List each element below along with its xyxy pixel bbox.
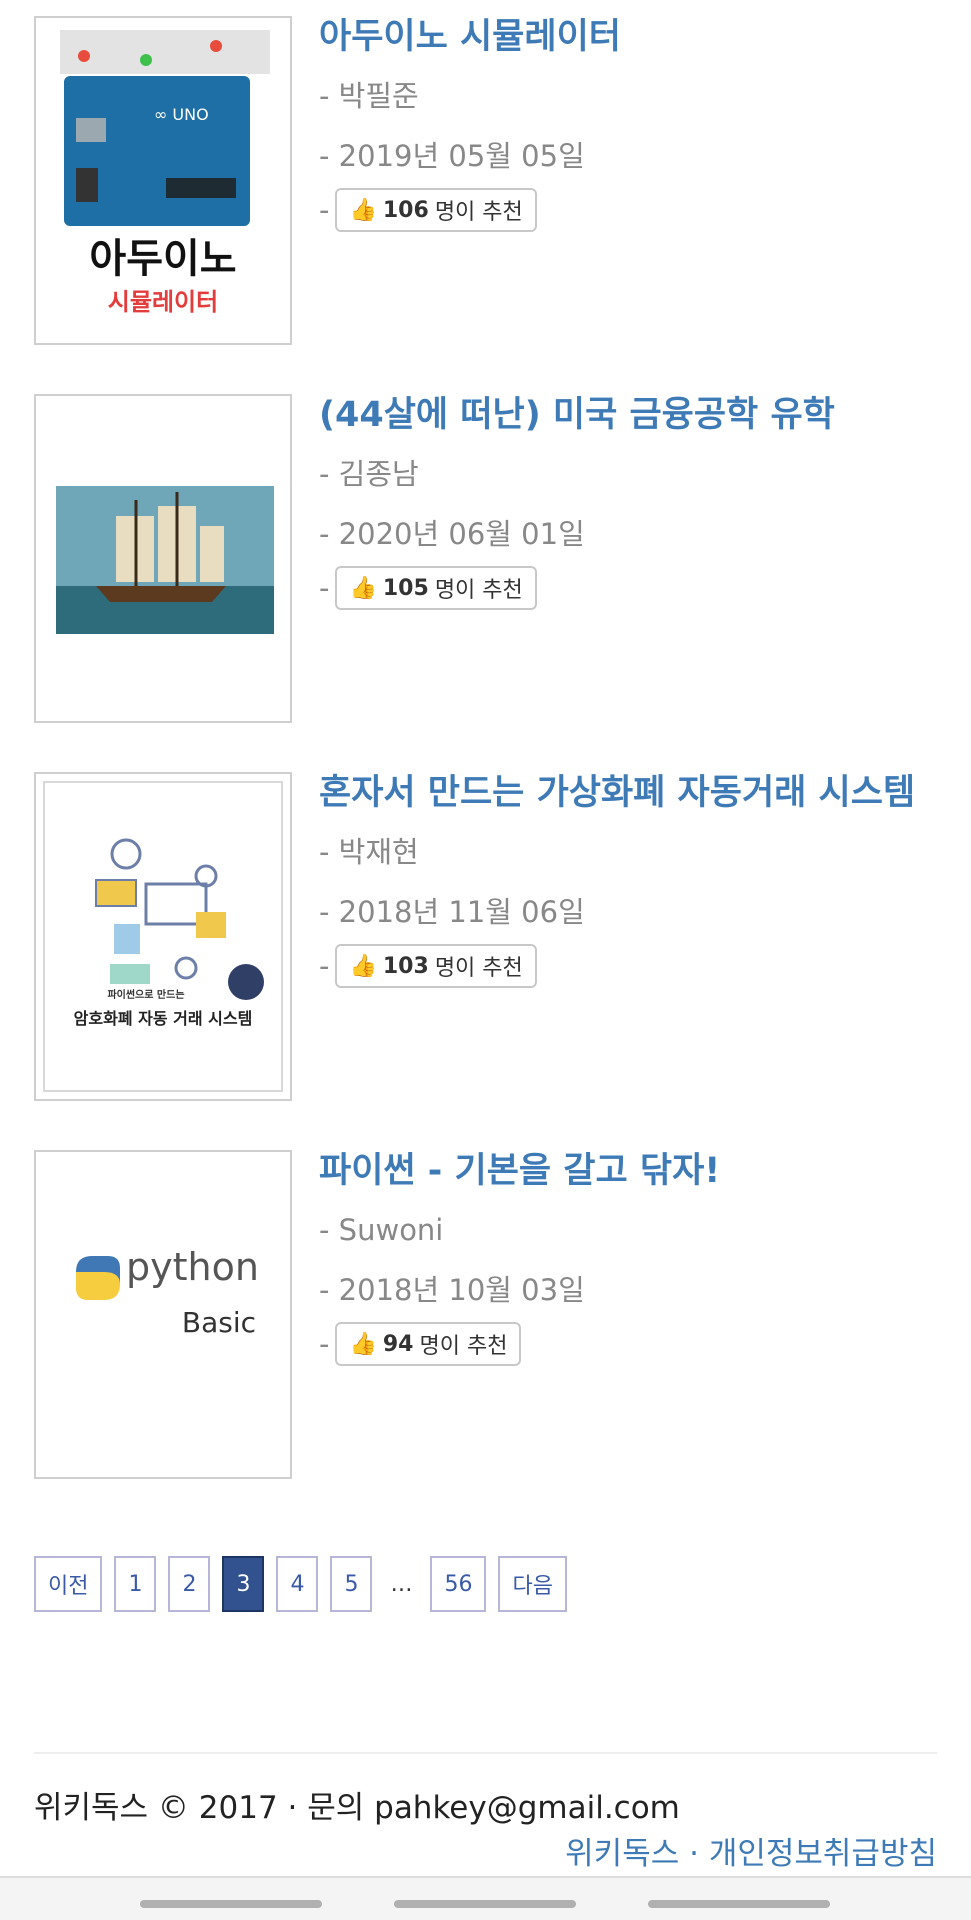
recommend-suffix: 명이 추천: [419, 1334, 508, 1359]
svg-text:∞ UNO: ∞ UNO: [154, 105, 209, 124]
recommend-count: 106: [382, 197, 429, 223]
footer-separator: ·: [689, 1836, 699, 1872]
book-date: - 2019년 05월 05일: [319, 139, 585, 173]
footer-link-wikidocs[interactable]: 위키독스: [565, 1836, 679, 1872]
rec-dash: -: [319, 571, 330, 605]
pagination: 이전 1 2 3 4 5 … 56 다음: [34, 1556, 567, 1612]
book-date: - 2020년 06월 01일: [319, 517, 585, 551]
footer-links: 위키독스 · 개인정보취급방침: [565, 1828, 937, 1873]
thumbs-up-icon: 👍: [349, 1331, 377, 1357]
prev-page-button[interactable]: 이전: [34, 1556, 103, 1612]
page-button-2[interactable]: 2: [168, 1556, 211, 1612]
book-author: - 김종남: [319, 457, 419, 491]
book-title-link[interactable]: 아두이노 시뮬레이터: [319, 16, 959, 58]
nav-pill-right[interactable]: [648, 1900, 830, 1908]
book-cover-arduino[interactable]: ∞ UNO 아두이노 시뮬레이터: [34, 16, 292, 345]
cover-subtitle-text: 시뮬레이터: [108, 288, 218, 316]
recommend-count: 103: [382, 953, 429, 979]
book-author: - 박재현: [319, 835, 419, 869]
cover-subtitle-text: Basic: [182, 1306, 256, 1339]
nav-pill-left[interactable]: [140, 1900, 322, 1908]
recommend-suffix: 명이 추천: [434, 200, 523, 225]
recommend-suffix: 명이 추천: [434, 578, 523, 603]
cover-small-text: 파이썬으로 만드는: [107, 988, 184, 1001]
recommend-count: 105: [382, 575, 429, 601]
footer-divider: [34, 1752, 937, 1754]
rec-dash: -: [319, 949, 330, 983]
book-title-link[interactable]: 파이썬 - 기본을 갈고 닦자!: [319, 1150, 959, 1192]
rec-dash: -: [319, 1327, 330, 1361]
footer-copyright: 위키독스 © 2017 · 문의 pahkey@gmail.com: [34, 1790, 680, 1826]
pagination-ellipsis: …: [384, 1556, 419, 1612]
book-author: - 박필준: [319, 79, 419, 113]
page-button-4[interactable]: 4: [276, 1556, 319, 1612]
page-button-56[interactable]: 56: [430, 1556, 487, 1612]
book-date: - 2018년 10월 03일: [319, 1273, 585, 1307]
recommend-badge[interactable]: 👍 105 명이 추천: [335, 566, 537, 610]
book-cover-ship[interactable]: [34, 394, 292, 723]
crypto-cover-image: 파이썬으로 만드는 암호화폐 자동 거래 시스템: [36, 774, 290, 1099]
recommend-badge[interactable]: 👍 103 명이 추천: [335, 944, 537, 988]
recommend-badge[interactable]: 👍 106 명이 추천: [335, 188, 537, 232]
recommend-suffix: 명이 추천: [434, 956, 523, 981]
rec-dash: -: [319, 193, 330, 227]
footer-link-privacy[interactable]: 개인정보취급방침: [709, 1836, 937, 1872]
book-author: - Suwoni: [319, 1213, 444, 1247]
book-title-link[interactable]: (44살에 떠난) 미국 금융공학 유학: [319, 394, 959, 436]
thumbs-up-icon: 👍: [349, 197, 377, 223]
python-logo-text: python: [126, 1245, 259, 1289]
thumbs-up-icon: 👍: [349, 953, 377, 979]
page-button-5[interactable]: 5: [330, 1556, 373, 1612]
book-date: - 2018년 11월 06일: [319, 895, 585, 929]
recommend-count: 94: [382, 1331, 414, 1357]
arduino-cover-image: ∞ UNO 아두이노 시뮬레이터: [36, 18, 290, 343]
thumbs-up-icon: 👍: [349, 575, 377, 601]
page-button-3-current[interactable]: 3: [222, 1556, 265, 1612]
book-cover-python[interactable]: python Basic: [34, 1150, 292, 1479]
next-page-button[interactable]: 다음: [498, 1556, 567, 1612]
python-cover-image: python Basic: [36, 1152, 290, 1477]
page-button-1[interactable]: 1: [114, 1556, 157, 1612]
book-cover-crypto[interactable]: 파이썬으로 만드는 암호화폐 자동 거래 시스템: [34, 772, 292, 1101]
book-title-link[interactable]: 혼자서 만드는 가상화폐 자동거래 시스템: [319, 772, 959, 814]
recommend-badge[interactable]: 👍 94 명이 추천: [335, 1322, 522, 1366]
cover-title-text: 아두이노: [89, 236, 236, 282]
ship-cover-image: [36, 396, 290, 721]
cover-title-text: 암호화폐 자동 거래 시스템: [74, 1009, 253, 1028]
nav-pill-center[interactable]: [394, 1900, 576, 1908]
system-nav-bar: [0, 1876, 971, 1920]
